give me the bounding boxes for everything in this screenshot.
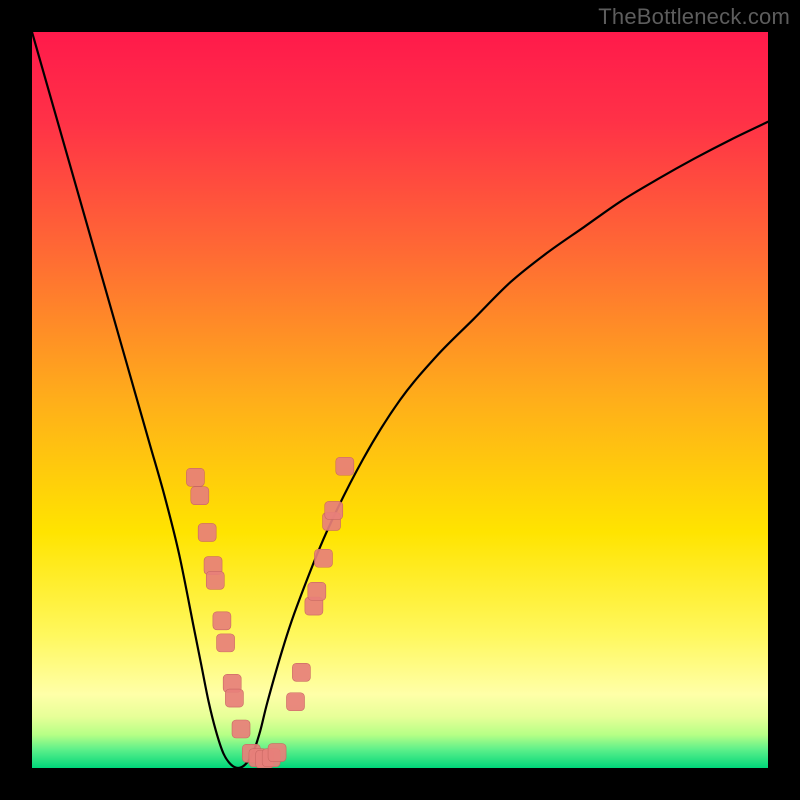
curve-marker bbox=[213, 612, 231, 630]
curve-marker bbox=[232, 720, 250, 738]
curve-marker bbox=[308, 582, 326, 600]
curve-marker bbox=[191, 487, 209, 505]
attribution-text: TheBottleneck.com bbox=[598, 4, 790, 30]
curve-marker bbox=[286, 693, 304, 711]
curve-marker bbox=[186, 468, 204, 486]
curve-marker bbox=[336, 457, 354, 475]
plot-area bbox=[32, 32, 768, 768]
chart-frame: TheBottleneck.com bbox=[0, 0, 800, 800]
curve-marker bbox=[325, 501, 343, 519]
curve-marker bbox=[206, 571, 224, 589]
curve-marker bbox=[268, 744, 286, 762]
curve-marker bbox=[292, 663, 310, 681]
curve-marker bbox=[314, 549, 332, 567]
curve-marker bbox=[198, 523, 216, 541]
chart-svg bbox=[32, 32, 768, 768]
curve-marker bbox=[225, 689, 243, 707]
curve-marker bbox=[217, 634, 235, 652]
